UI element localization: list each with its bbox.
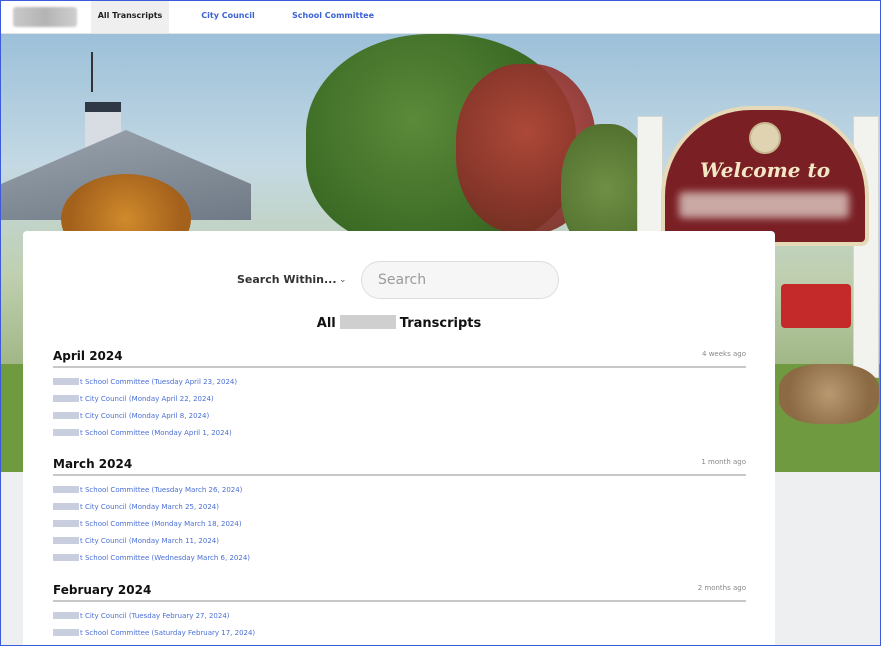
month-header: April 2024 4 weeks ago <box>53 346 746 368</box>
tab-school-committee[interactable]: School Committee <box>285 1 381 33</box>
page-title-prefix: All <box>316 316 336 331</box>
transcript-list: t City Council (Tuesday February 27, 202… <box>53 602 746 642</box>
transcript-list: t School Committee (Tuesday April 23, 20… <box>53 368 746 442</box>
month-section-february-2024: February 2024 2 months ago t City Counci… <box>53 580 746 642</box>
month-title: February 2024 <box>53 583 152 597</box>
month-age: 2 months ago <box>697 584 746 592</box>
redacted-city-name <box>53 486 79 493</box>
weather-vane <box>91 52 117 92</box>
redacted-city-name <box>53 503 79 510</box>
month-title: March 2024 <box>53 457 133 471</box>
chevron-down-icon[interactable]: ⌄ <box>339 275 347 285</box>
transcript-link[interactable]: t School Committee (Saturday February 17… <box>53 625 746 642</box>
redacted-city-name <box>53 429 79 436</box>
search-input[interactable] <box>361 261 559 299</box>
transcript-link[interactable]: t City Council (Monday April 22, 2024) <box>53 391 746 408</box>
month-title: April 2024 <box>53 349 123 363</box>
top-nav: All Transcripts City Council School Comm… <box>1 1 880 34</box>
transcript-link-label: t School Committee (Monday March 18, 202… <box>80 520 242 528</box>
month-age: 4 weeks ago <box>702 350 746 358</box>
browser-viewport: All Transcripts City Council School Comm… <box>0 0 881 646</box>
transcript-link-label: t City Council (Monday March 11, 2024) <box>80 537 219 545</box>
transcript-link-label: t School Committee (Saturday February 17… <box>80 629 256 637</box>
hero-flowers <box>779 364 879 424</box>
month-header: February 2024 2 months ago <box>53 580 746 602</box>
site-logo[interactable] <box>13 7 77 27</box>
month-age: 1 month ago <box>701 458 746 466</box>
month-section-march-2024: March 2024 1 month ago t School Committe… <box>53 454 746 567</box>
redacted-city-name <box>53 395 79 402</box>
transcript-link-label: t City Council (Monday April 8, 2024) <box>80 412 210 420</box>
page-title-suffix: Transcripts <box>399 316 482 331</box>
transcript-link[interactable]: t School Committee (Monday April 1, 2024… <box>53 425 746 442</box>
transcript-link-label: t City Council (Monday March 25, 2024) <box>80 503 219 511</box>
transcript-list: t School Committee (Tuesday March 26, 20… <box>53 476 746 567</box>
month-header: March 2024 1 month ago <box>53 454 746 476</box>
transcript-link[interactable]: t School Committee (Monday March 18, 202… <box>53 516 746 533</box>
transcript-link[interactable]: t City Council (Monday April 8, 2024) <box>53 408 746 425</box>
redacted-city-name <box>53 378 79 385</box>
redacted-city-name <box>53 629 79 636</box>
tab-all-transcripts[interactable]: All Transcripts <box>91 1 169 33</box>
redacted-city-name <box>53 412 79 419</box>
welcome-sign-text: Welcome to <box>699 158 831 182</box>
transcript-link[interactable]: t School Committee (Tuesday April 23, 20… <box>53 374 746 391</box>
transcript-link-label: t School Committee (Tuesday March 26, 20… <box>80 486 243 494</box>
transcript-link-label: t School Committee (Tuesday April 23, 20… <box>80 378 238 386</box>
welcome-sign: Welcome to <box>661 106 869 246</box>
tab-city-council[interactable]: City Council <box>189 1 267 33</box>
transcript-link[interactable]: t City Council (Tuesday February 27, 202… <box>53 608 746 625</box>
redacted-city-name <box>679 192 849 218</box>
redacted-city-name <box>339 315 396 329</box>
transcripts-card: Search Within... ⌄ All Transcripts April … <box>23 231 775 645</box>
hero-vehicle <box>781 284 851 328</box>
transcript-link[interactable]: t City Council (Monday March 25, 2024) <box>53 499 746 516</box>
transcript-link-label: t School Committee (Monday April 1, 2024… <box>80 429 232 437</box>
transcript-link-label: t City Council (Monday April 22, 2024) <box>80 395 214 403</box>
transcript-link[interactable]: t School Committee (Tuesday March 26, 20… <box>53 482 746 499</box>
search-row: Search Within... ⌄ <box>23 261 775 301</box>
transcript-link[interactable]: t City Council (Monday March 11, 2024) <box>53 533 746 550</box>
city-seal-icon <box>749 122 781 154</box>
redacted-city-name <box>53 612 79 619</box>
redacted-city-name <box>53 537 79 544</box>
search-within-dropdown[interactable]: Search Within... <box>237 273 337 286</box>
month-section-april-2024: April 2024 4 weeks ago t School Committe… <box>53 346 746 442</box>
redacted-city-name <box>53 520 79 527</box>
transcript-link-label: t City Council (Tuesday February 27, 202… <box>80 612 230 620</box>
transcript-link[interactable]: t School Committee (Wednesday March 6, 2… <box>53 550 746 567</box>
page-title: All Transcripts <box>23 315 775 331</box>
redacted-city-name <box>53 554 79 561</box>
transcript-link-label: t School Committee (Wednesday March 6, 2… <box>80 554 251 562</box>
